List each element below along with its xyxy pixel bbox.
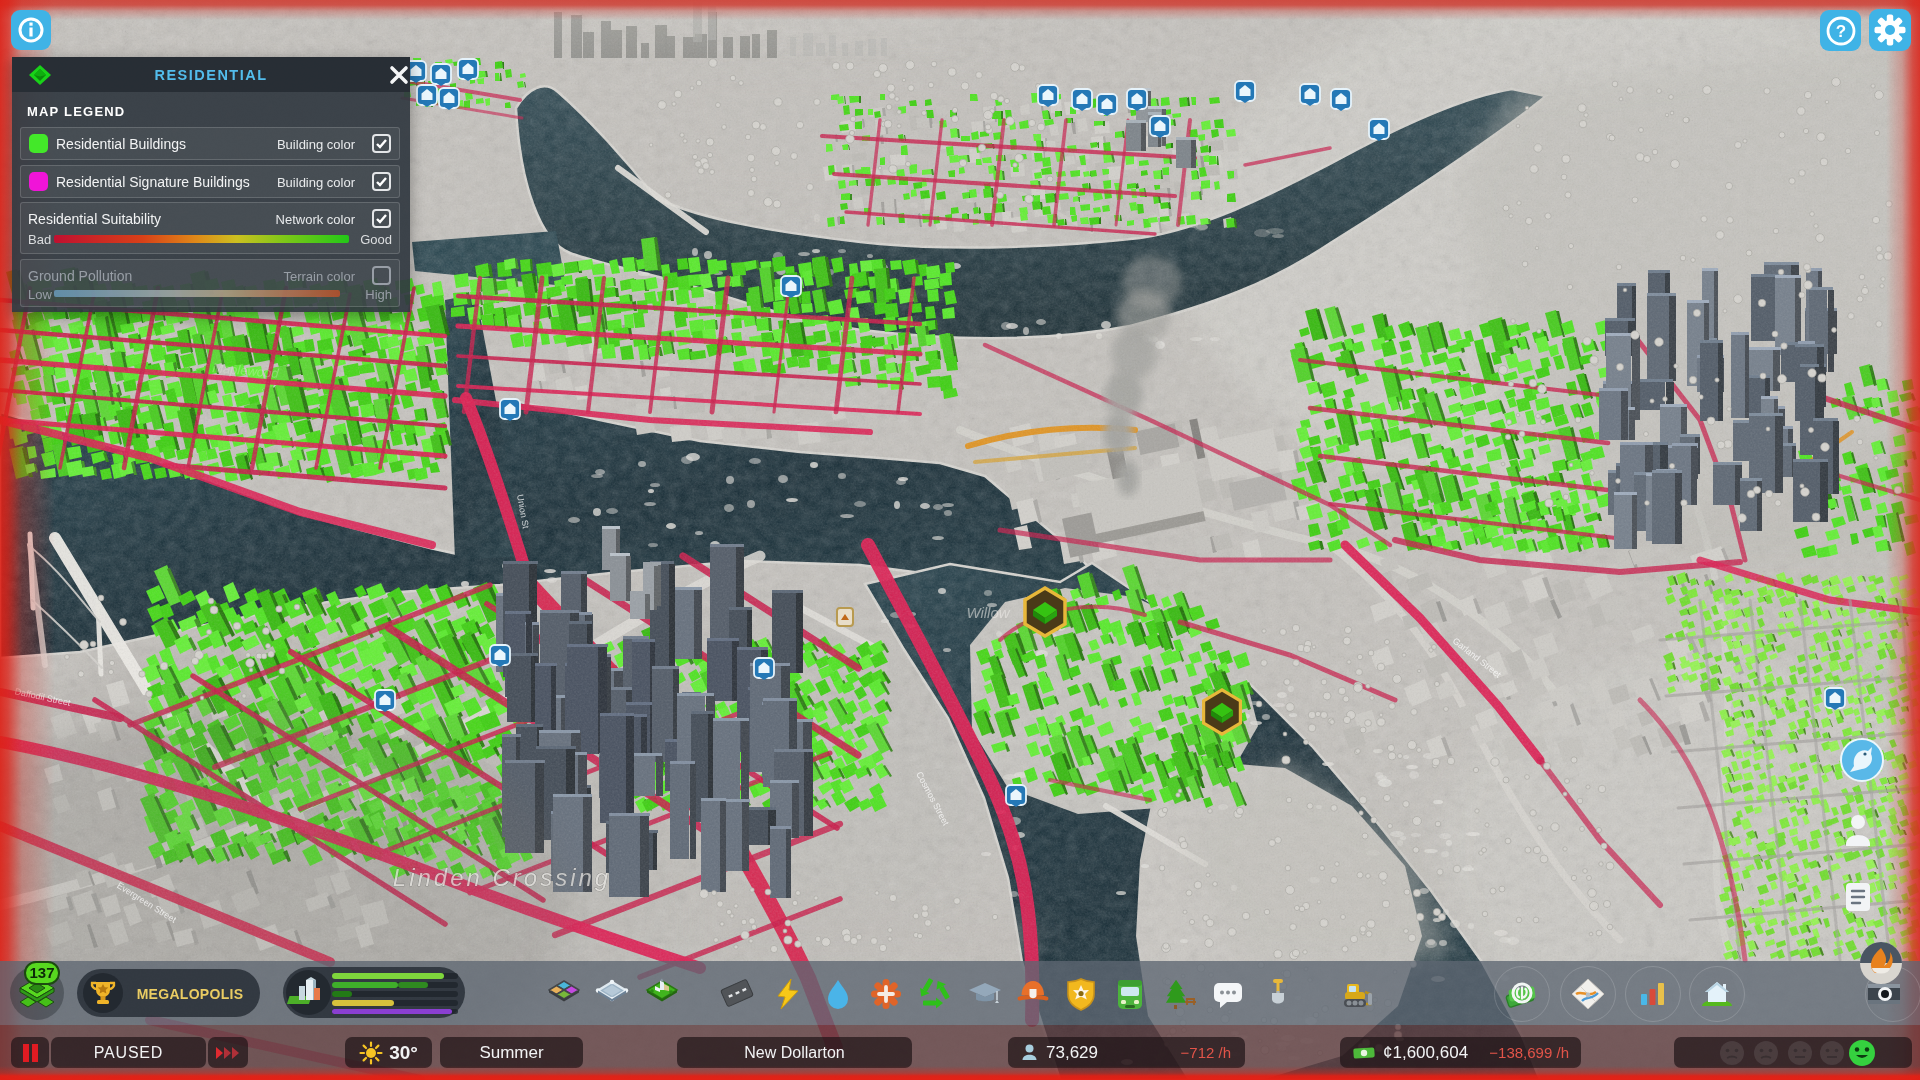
svg-text:?: ? — [1835, 22, 1845, 41]
svg-text:Willow: Willow — [966, 604, 1010, 621]
svg-text:Linden Crossing: Linden Crossing — [393, 864, 611, 891]
